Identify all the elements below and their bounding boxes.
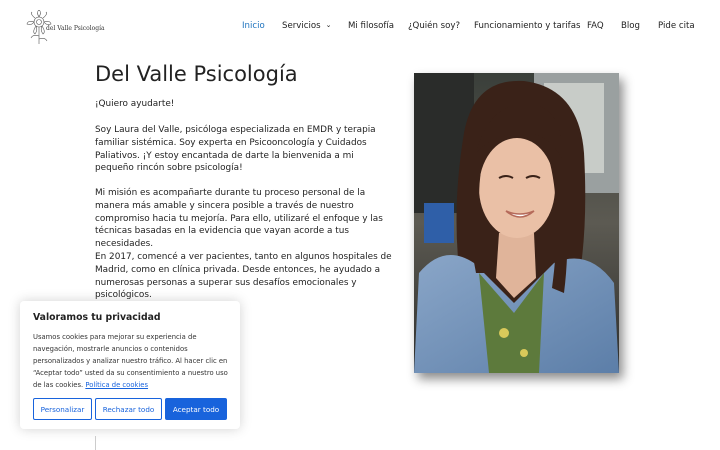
cookie-title: Valoramos tu privacidad — [33, 312, 161, 323]
cookie-consent-banner: Valoramos tu privacidad Usamos cookies p… — [20, 301, 240, 429]
cookie-description: Usamos cookies para mejorar su experienc… — [33, 331, 233, 391]
nav-item-blog[interactable]: Blog — [621, 21, 640, 31]
nav-item-quien-soy[interactable]: ¿Quién soy? — [408, 21, 460, 31]
cookie-policy-link[interactable]: Política de cookies — [85, 381, 148, 389]
main-nav: Inicio Servicios ⌄ Mi filosofía ¿Quién so… — [0, 21, 720, 35]
profile-photo — [414, 73, 619, 373]
nav-item-pide-cita[interactable]: Pide cita — [658, 21, 695, 31]
mission-paragraph: Mi misión es acompañarte durante tu proc… — [95, 188, 383, 250]
nav-item-servicios[interactable]: Servicios ⌄ — [282, 21, 331, 31]
accept-all-button[interactable]: Aceptar todo — [165, 398, 227, 420]
site-header: del Valle Psicología Inicio Servicios ⌄ M… — [0, 0, 720, 54]
nav-item-inicio[interactable]: Inicio — [242, 21, 265, 31]
greeting-text: ¡Quiero ayudarte! — [95, 99, 175, 109]
nav-item-funcionamiento-tarifas[interactable]: Funcionamiento y tarifas — [474, 21, 580, 31]
nav-item-label: Servicios — [282, 21, 321, 31]
nav-item-mi-filosofia[interactable]: Mi filosofía — [348, 21, 394, 31]
chevron-down-icon[interactable]: ⌄ — [326, 21, 332, 29]
divider — [95, 436, 96, 450]
reject-all-button[interactable]: Rechazar todo — [95, 398, 162, 420]
customize-button[interactable]: Personalizar — [33, 398, 92, 420]
page-title: Del Valle Psicología — [95, 62, 298, 86]
intro-paragraph: Soy Laura del Valle, psicóloga especiali… — [95, 125, 376, 174]
nav-item-faq[interactable]: FAQ — [587, 21, 604, 31]
experience-paragraph: En 2017, comencé a ver pacientes, tanto … — [95, 252, 392, 301]
